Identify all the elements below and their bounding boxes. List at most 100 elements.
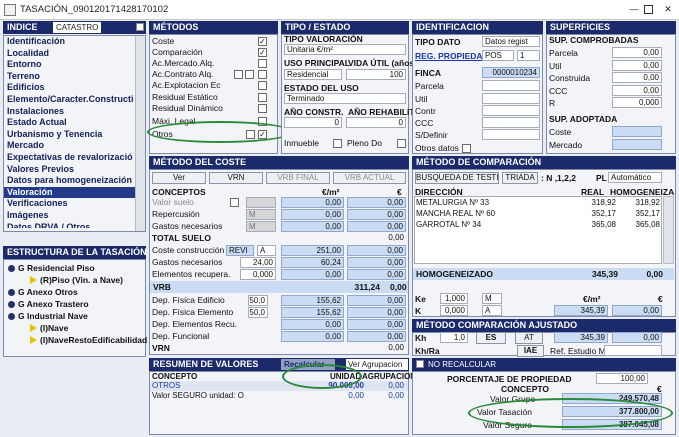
dep-a[interactable]: 0,00 [281,331,344,342]
dep-a[interactable]: 155,62 [281,295,344,306]
testigo-row[interactable]: GARROTAL Nº 34 365,08 365,08 [416,220,660,230]
dep-pct[interactable]: 50,0 [248,307,268,318]
nav-item-selected[interactable]: Valoración [4,186,145,199]
constr-input[interactable]: 0 [284,117,342,128]
sup-row-value[interactable]: 0,00 [612,72,662,83]
gastos-a[interactable]: 60,24 [281,257,344,268]
tree-node[interactable]: (R)Piso (Vin. a Nave) [30,275,123,286]
k-row-a[interactable]: 345,39 [554,305,608,316]
coste-row-b[interactable]: 0,00 [347,221,406,232]
sup-mercado-input[interactable] [612,139,662,150]
pos-select[interactable]: POS [482,50,514,61]
pleno-checkbox[interactable] [397,139,406,148]
contrato-checkbox[interactable] [258,70,267,79]
comparacion-checkbox[interactable]: ✓ [258,48,267,57]
nav-item[interactable]: Datos DRVA / Otros [4,222,145,228]
dep-b[interactable]: 0,00 [347,307,406,318]
dep-b[interactable]: 0,00 [347,319,406,330]
auto-select[interactable]: Automático [608,172,662,183]
otros-datos-checkbox[interactable] [462,144,471,153]
vrb-final-button[interactable]: VRB FINAL [266,172,330,184]
dep-a[interactable]: 0,00 [281,319,344,330]
tree-node[interactable]: G Industrial Nave [8,311,88,322]
residual-estatico-checkbox[interactable] [258,93,267,102]
kh-input[interactable]: 1,0 [440,332,468,343]
nav-item[interactable]: Edificios [4,82,145,94]
sup-row-value[interactable]: 0,00 [612,85,662,96]
resumen-row[interactable]: OTROS 90.000,00 0,00 [150,381,408,391]
tree-node[interactable]: G Anexo Otros [8,287,78,298]
vida-input[interactable]: 100 [346,69,406,80]
repercusion-mode[interactable]: M [246,209,276,220]
nav-item[interactable]: Elemento/Caracter.Constructi [4,94,145,106]
nav-item[interactable]: Instalaciones [4,106,145,118]
tree-node[interactable]: G Anexo Trastero [8,299,89,310]
uso-select[interactable]: Residencial [284,69,342,80]
gastos-pct[interactable]: 24,00 [240,257,276,268]
nav-item[interactable]: Identificación [4,36,145,48]
residual-dinamico-checkbox[interactable] [258,104,267,113]
coste-row-a[interactable]: 0,00 [281,221,344,232]
elem-pct[interactable]: 0,000 [240,269,276,280]
pos-number-select[interactable]: 1 [517,50,540,61]
valor-suelo-checkbox[interactable] [230,198,239,207]
ccc-input[interactable] [482,117,540,128]
k-row-b[interactable]: 0,00 [612,305,662,316]
mercado-checkbox[interactable] [258,59,267,68]
nav-item[interactable]: Mercado [4,140,145,152]
ke-input[interactable]: 1,000 [440,293,468,304]
vrn-button[interactable]: VRN [209,172,263,184]
ref-input[interactable] [604,345,662,356]
util-input[interactable] [482,93,540,104]
k-input[interactable]: 0,000 [440,305,468,316]
resumen-row[interactable]: Valor SEGURO unidad: O 0,00 0,00 [150,391,408,401]
contrato-checkbox-a[interactable] [234,70,243,79]
m-select[interactable]: M [482,293,502,304]
contr-input[interactable] [482,105,540,116]
testigos-scrollbar[interactable] [663,196,674,264]
constr-a[interactable]: 251,00 [281,245,344,256]
coste-row-b[interactable]: 0,00 [347,197,406,208]
valoracion-select[interactable]: Unitaria €/m² [284,44,406,55]
finca-input[interactable]: 0000010234 [482,67,540,78]
ver-agrupacion-button[interactable]: Ver Agrupacion [346,359,408,370]
dep-a[interactable]: 155,62 [281,307,344,318]
iae-button[interactable]: IAE [517,345,544,357]
tree-node[interactable]: G Residencial Piso [8,263,95,274]
inmueble-checkbox[interactable] [333,139,342,148]
nav-item[interactable]: Valores Previos [4,164,145,176]
close-icon[interactable]: ✕ [662,4,674,15]
nav-item[interactable]: Verificaciones [4,198,145,210]
sdefinir-input[interactable] [482,129,540,140]
sup-row-value[interactable]: 0,000 [612,97,662,108]
tree-node[interactable]: (I)Nave [30,323,68,334]
estado-select[interactable]: Terminado [284,93,406,104]
contrato-checkbox-b[interactable] [245,70,254,79]
gastos-b[interactable]: 0,00 [347,257,406,268]
nav-scrollbar[interactable] [135,36,145,231]
vrb-actual-button[interactable]: VRB ACTUAL [333,172,406,184]
catastro-button[interactable]: CATASTRO [53,22,102,33]
ver-button[interactable]: Ver [152,172,206,184]
datos-regist-select[interactable]: Datos regist [482,36,540,47]
coste-row-b[interactable]: 0,00 [347,209,406,220]
at-eur[interactable]: 0,00 [612,332,662,343]
nav-item[interactable]: Entorno [4,59,145,71]
coste-row-a[interactable]: 0,00 [281,197,344,208]
explotacion-checkbox[interactable] [258,81,267,90]
revi-select[interactable]: REVI [226,245,254,256]
sup-row-value[interactable]: 0,00 [612,47,662,58]
minimize-icon[interactable]: — [628,4,640,15]
constr-b[interactable]: 0,00 [347,245,406,256]
triada-button[interactable]: TRIADA [502,172,538,184]
nav-item[interactable]: Urbanismo y Tenencia [4,129,145,141]
nav-item[interactable]: Estado Actual [4,117,145,129]
testigo-row[interactable]: MANCHA REAL Nº 60 352,17 352,17 [416,209,660,219]
elem-a[interactable]: 0,00 [281,269,344,280]
dep-b[interactable]: 0,00 [347,331,406,342]
reg-propiedad-link[interactable]: REG. PROPIEDAD [415,51,489,61]
testigo-row[interactable]: METALURGIA Nº 33 318,92 318,92 [416,198,660,208]
at-button[interactable]: AT [515,332,543,344]
nav-item[interactable]: Expectativas de revalorizació [4,152,145,164]
busqueda-testigos-button[interactable]: BUSQUEDA DE TESTIGOS [415,172,499,184]
